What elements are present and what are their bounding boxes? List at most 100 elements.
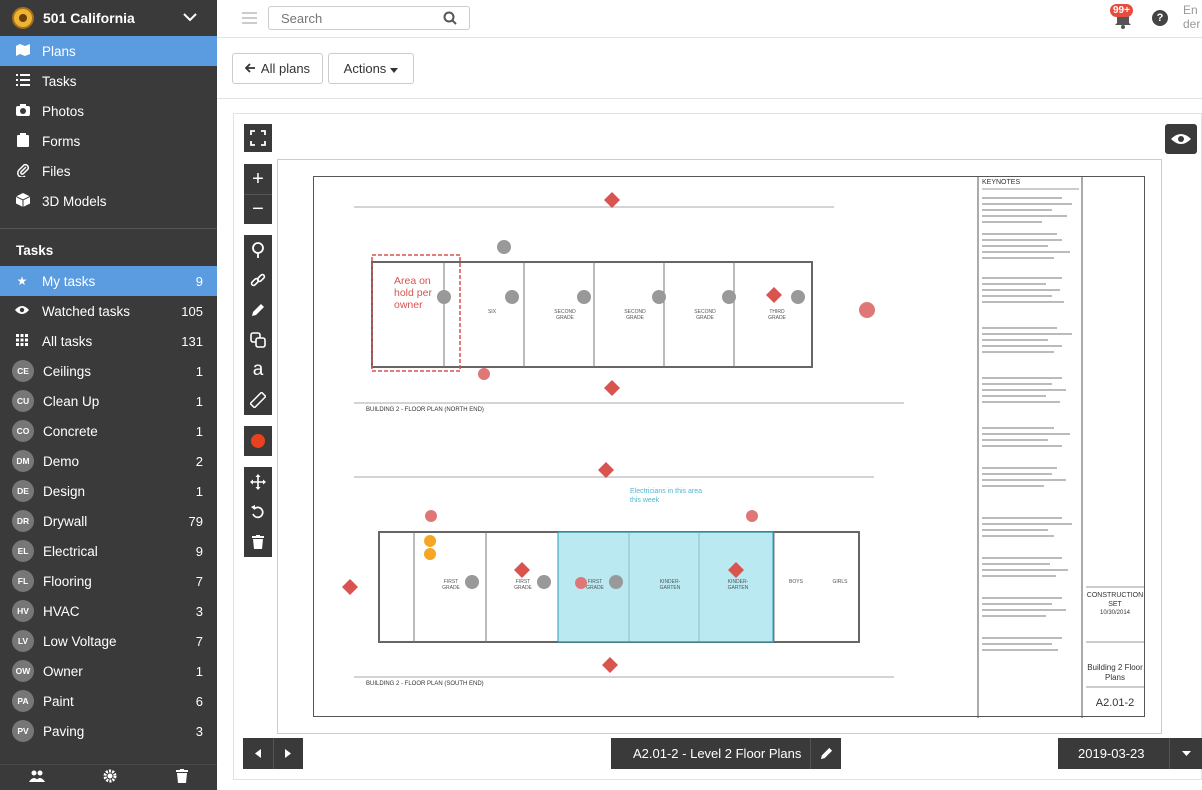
zoom-out-button[interactable]: −	[244, 194, 272, 224]
nav-plans[interactable]: Plans	[0, 36, 217, 66]
category-count: 3	[195, 723, 203, 739]
move-icon	[250, 474, 266, 490]
category-avatar: DE	[12, 480, 34, 502]
link-tool-button[interactable]	[244, 265, 272, 295]
category-count: 1	[195, 483, 203, 499]
task-filter-label: All tasks	[42, 333, 93, 349]
visibility-toggle[interactable]	[1165, 124, 1197, 154]
nav-files[interactable]: Files	[0, 156, 217, 186]
eye-icon	[1171, 134, 1191, 144]
move-tool-button[interactable]	[244, 467, 272, 497]
trash-icon[interactable]	[175, 769, 188, 786]
delete-button[interactable]	[244, 527, 272, 557]
nav-3d-models[interactable]: 3D Models	[0, 186, 217, 216]
markup-note[interactable]: Area on hold per owner	[394, 275, 440, 311]
category-count: 7	[195, 573, 203, 589]
project-logo	[12, 7, 34, 29]
revision-date: 2019-03-23	[1078, 746, 1145, 761]
shapes-icon	[250, 332, 266, 348]
room-label: SIX	[487, 309, 497, 315]
category-label: Drywall	[43, 513, 88, 529]
task-category-item[interactable]: PV Paving 3	[0, 716, 217, 746]
actions-dropdown[interactable]: Actions	[328, 53, 414, 84]
task-category-item[interactable]: DM Demo 2	[0, 446, 217, 476]
pin-tool-button[interactable]	[244, 235, 272, 265]
category-label: Design	[43, 483, 86, 499]
nav-forms[interactable]: Forms	[0, 126, 217, 156]
construction-stamp: CONSTRUCTION SET	[1086, 592, 1144, 608]
color-picker-button[interactable]	[244, 426, 272, 456]
task-filter-watched[interactable]: Watched tasks 105	[0, 296, 217, 326]
room-label: THIRD GRADE	[768, 309, 786, 321]
room-label: SECOND GRADE	[554, 309, 576, 321]
arrow-right-icon	[285, 749, 292, 758]
pencil-icon	[252, 304, 264, 316]
nav-photos[interactable]: Photos	[0, 96, 217, 126]
stamp-date: 10/30/2014	[1099, 610, 1131, 616]
grid-icon	[12, 333, 32, 349]
caret-down-icon[interactable]	[1169, 738, 1202, 769]
revision-date-selector[interactable]: 2019-03-23	[1058, 738, 1202, 769]
fullscreen-button[interactable]	[244, 124, 272, 152]
gear-icon[interactable]	[103, 769, 117, 786]
task-category-item[interactable]: EL Electrical 9	[0, 536, 217, 566]
category-avatar: LV	[12, 630, 34, 652]
task-filter-count: 131	[181, 333, 203, 349]
category-count: 1	[195, 423, 203, 439]
star-icon: ★	[16, 274, 28, 288]
category-label: Demo	[43, 453, 80, 469]
shape-tool-button[interactable]	[244, 325, 272, 355]
room-label: SECOND GRADE	[694, 309, 716, 321]
zoom-in-button[interactable]: +	[244, 164, 272, 194]
notification-badge: 99+	[1110, 4, 1133, 17]
category-label: Electrical	[43, 543, 98, 559]
task-category-item[interactable]: HV HVAC 3	[0, 596, 217, 626]
users-icon[interactable]	[29, 770, 46, 785]
task-category-item[interactable]: CE Ceilings 1	[0, 356, 217, 386]
actions-label: Actions	[343, 61, 387, 76]
task-category-item[interactable]: CO Concrete 1	[0, 416, 217, 446]
task-category-item[interactable]: PA Paint 6	[0, 686, 217, 716]
topbar: 99+ ? En der	[217, 0, 1202, 38]
next-page-button[interactable]	[274, 738, 304, 769]
search-input[interactable]	[281, 10, 441, 26]
task-filter-my-tasks[interactable]: ★ My tasks 9	[0, 266, 217, 296]
search-icon[interactable]	[443, 11, 457, 30]
search-box[interactable]	[268, 6, 470, 30]
plan-title-north: BUILDING 2 - FLOOR PLAN (NORTH END)	[366, 407, 484, 413]
task-category-item[interactable]: OW Owner 1	[0, 656, 217, 686]
category-avatar: PA	[12, 690, 34, 712]
undo-icon	[251, 505, 264, 519]
pen-tool-button[interactable]	[244, 295, 272, 325]
all-plans-button[interactable]: All plans	[232, 53, 323, 84]
ruler-icon	[250, 392, 266, 408]
category-avatar: DM	[12, 450, 34, 472]
task-filter-all[interactable]: All tasks 131	[0, 326, 217, 356]
undo-button[interactable]	[244, 497, 272, 527]
task-category-item[interactable]: CU Clean Up 1	[0, 386, 217, 416]
task-category-item[interactable]: DE Design 1	[0, 476, 217, 506]
nav-label: Files	[42, 163, 71, 179]
category-avatar: CO	[12, 420, 34, 442]
task-category-item[interactable]: FL Flooring 7	[0, 566, 217, 596]
user-menu[interactable]: En der	[1183, 3, 1202, 31]
plan-canvas[interactable]: Area on hold per owner Electricians in t…	[277, 159, 1162, 734]
sheet-selector[interactable]: A2.01-2 - Level 2 Floor Plans	[611, 738, 841, 769]
prev-page-button[interactable]	[243, 738, 274, 769]
room-label: GIRLS	[832, 579, 848, 585]
text-tool-button[interactable]: a	[244, 355, 272, 385]
nav-label: Plans	[42, 43, 76, 59]
cube-icon	[15, 192, 31, 210]
floor-plan-drawing	[342, 177, 1144, 718]
project-selector[interactable]: 501 California	[0, 0, 217, 36]
hamburger-icon[interactable]	[242, 12, 257, 27]
electrician-note[interactable]: Electricians in this area this week	[630, 487, 710, 505]
category-count: 6	[195, 693, 203, 709]
measure-tool-button[interactable]	[244, 385, 272, 415]
task-category-item[interactable]: DR Drywall 79	[0, 506, 217, 536]
pencil-icon[interactable]	[810, 738, 841, 769]
nav-tasks[interactable]: Tasks	[0, 66, 217, 96]
task-category-item[interactable]: LV Low Voltage 7	[0, 626, 217, 656]
help-icon[interactable]: ?	[1152, 10, 1168, 26]
category-label: Paint	[43, 693, 74, 709]
